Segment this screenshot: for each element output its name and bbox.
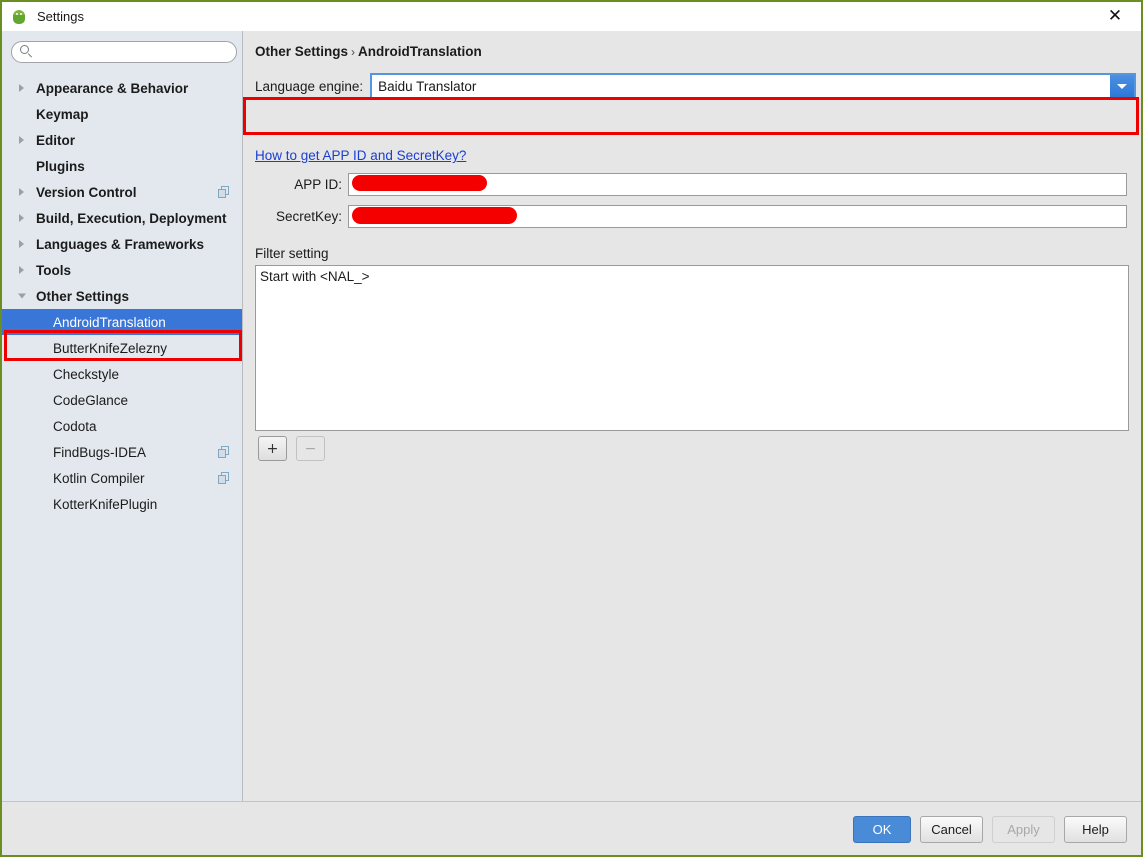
chevron-down-icon[interactable] xyxy=(1110,75,1135,97)
sidebar-item-checkstyle[interactable]: Checkstyle xyxy=(2,361,242,387)
language-engine-label: Language engine: xyxy=(255,78,364,94)
add-filter-button[interactable]: + xyxy=(258,436,287,461)
sidebar-item-label: AndroidTranslation xyxy=(53,314,166,330)
breadcrumb-leaf: AndroidTranslation xyxy=(358,44,482,59)
help-link[interactable]: How to get APP ID and SecretKey? xyxy=(255,148,466,163)
sidebar-item-label: CodeGlance xyxy=(53,392,129,408)
settings-window: Settings ✕ Appearance & Behavior Keymap Ed… xyxy=(0,0,1143,857)
sidebar-item-label: Kotlin Compiler xyxy=(53,470,145,486)
sidebar-item-label: KotterKnifePlugin xyxy=(53,496,158,512)
chevron-right-icon[interactable] xyxy=(19,136,24,144)
dialog-footer: OK Cancel Apply Help xyxy=(2,801,1141,855)
help-button[interactable]: Help xyxy=(1064,816,1127,843)
sidebar-item-build-execution-deployment[interactable]: Build, Execution, Deployment xyxy=(2,205,242,231)
sidebar-item-androidtranslation[interactable]: AndroidTranslation xyxy=(2,309,242,335)
sidebar-item-label: Editor xyxy=(36,132,75,148)
sidebar-item-plugins[interactable]: Plugins xyxy=(2,153,242,179)
sidebar-item-label: Build, Execution, Deployment xyxy=(36,210,227,226)
sidebar-item-other-settings[interactable]: Other Settings xyxy=(2,283,242,309)
chevron-right-icon[interactable] xyxy=(19,214,24,222)
sidebar-item-label: Tools xyxy=(36,262,71,278)
language-engine-select[interactable]: Baidu Translator xyxy=(370,73,1137,99)
sidebar-item-codota[interactable]: Codota xyxy=(2,413,242,439)
filter-list-item[interactable]: Start with <NAL_> xyxy=(256,266,1128,284)
chevron-right-icon[interactable] xyxy=(19,266,24,274)
window-title: Settings xyxy=(37,9,84,24)
breadcrumb-separator: › xyxy=(351,45,356,59)
sidebar-item-languages-frameworks[interactable]: Languages & Frameworks xyxy=(2,231,242,257)
sidebar-item-label: FindBugs-IDEA xyxy=(53,444,147,460)
sidebar-item-editor[interactable]: Editor xyxy=(2,127,242,153)
sidebar-item-label: Appearance & Behavior xyxy=(36,80,189,96)
filter-list-buttons: + − xyxy=(258,436,325,461)
copy-settings-icon[interactable] xyxy=(218,472,230,484)
sidebar-item-label: Other Settings xyxy=(36,288,130,304)
sidebar-item-findbugs-idea[interactable]: FindBugs-IDEA xyxy=(2,439,242,465)
language-engine-value: Baidu Translator xyxy=(378,78,477,94)
filter-setting-list[interactable]: Start with <NAL_> xyxy=(255,265,1129,431)
sidebar-item-kotterknifeplugin[interactable]: KotterKnifePlugin xyxy=(2,491,242,517)
remove-filter-button: − xyxy=(296,436,325,461)
secret-key-label: SecretKey: xyxy=(275,208,342,224)
sidebar-item-butterknifezelezny[interactable]: ButterKnifeZelezny xyxy=(2,335,242,361)
sidebar-item-kotlin-compiler[interactable]: Kotlin Compiler xyxy=(2,465,242,491)
copy-settings-icon[interactable] xyxy=(218,186,230,198)
sidebar-item-appearance-behavior[interactable]: Appearance & Behavior xyxy=(2,75,242,101)
breadcrumb: Other Settings › AndroidTranslation xyxy=(255,44,482,59)
sidebar-item-label: Keymap xyxy=(36,106,89,122)
sidebar-item-label: Version Control xyxy=(36,184,137,200)
copy-settings-icon[interactable] xyxy=(218,446,230,458)
search-box[interactable] xyxy=(11,41,237,63)
sidebar-item-codeglance[interactable]: CodeGlance xyxy=(2,387,242,413)
android-robot-icon xyxy=(11,9,27,25)
sidebar-item-label: Languages & Frameworks xyxy=(36,236,205,252)
chevron-down-icon[interactable] xyxy=(18,293,26,299)
settings-content-panel: Other Settings › AndroidTranslation Langua… xyxy=(243,31,1141,801)
dialog-button-group: OK Cancel Apply Help xyxy=(853,816,1127,843)
breadcrumb-root: Other Settings xyxy=(255,44,349,59)
chevron-right-icon[interactable] xyxy=(19,84,24,92)
ok-button[interactable]: OK xyxy=(853,816,911,843)
chevron-right-icon[interactable] xyxy=(19,188,24,196)
sidebar-item-label: Codota xyxy=(53,418,97,434)
sidebar-item-label: Checkstyle xyxy=(53,366,120,382)
apply-button: Apply xyxy=(992,816,1055,843)
language-engine-row: Language engine: Baidu Translator xyxy=(244,68,1141,104)
settings-sidebar: Appearance & Behavior Keymap Editor Plugins… xyxy=(2,31,243,801)
app-id-redaction xyxy=(352,175,487,191)
chevron-right-icon[interactable] xyxy=(19,240,24,248)
sidebar-item-tools[interactable]: Tools xyxy=(2,257,242,283)
settings-tree: Appearance & Behavior Keymap Editor Plugins… xyxy=(2,75,242,517)
filter-setting-label: Filter setting xyxy=(255,246,329,261)
sidebar-item-keymap[interactable]: Keymap xyxy=(2,101,242,127)
cancel-button[interactable]: Cancel xyxy=(920,816,983,843)
sidebar-item-label: Plugins xyxy=(36,158,85,174)
secret-key-redaction xyxy=(352,207,517,224)
app-id-label: APP ID: xyxy=(294,176,342,192)
window-titlebar: Settings ✕ xyxy=(2,2,1141,31)
search-input[interactable] xyxy=(11,41,237,63)
sidebar-item-version-control[interactable]: Version Control xyxy=(2,179,242,205)
sidebar-item-label: ButterKnifeZelezny xyxy=(53,340,168,356)
close-icon[interactable]: ✕ xyxy=(1093,2,1137,31)
